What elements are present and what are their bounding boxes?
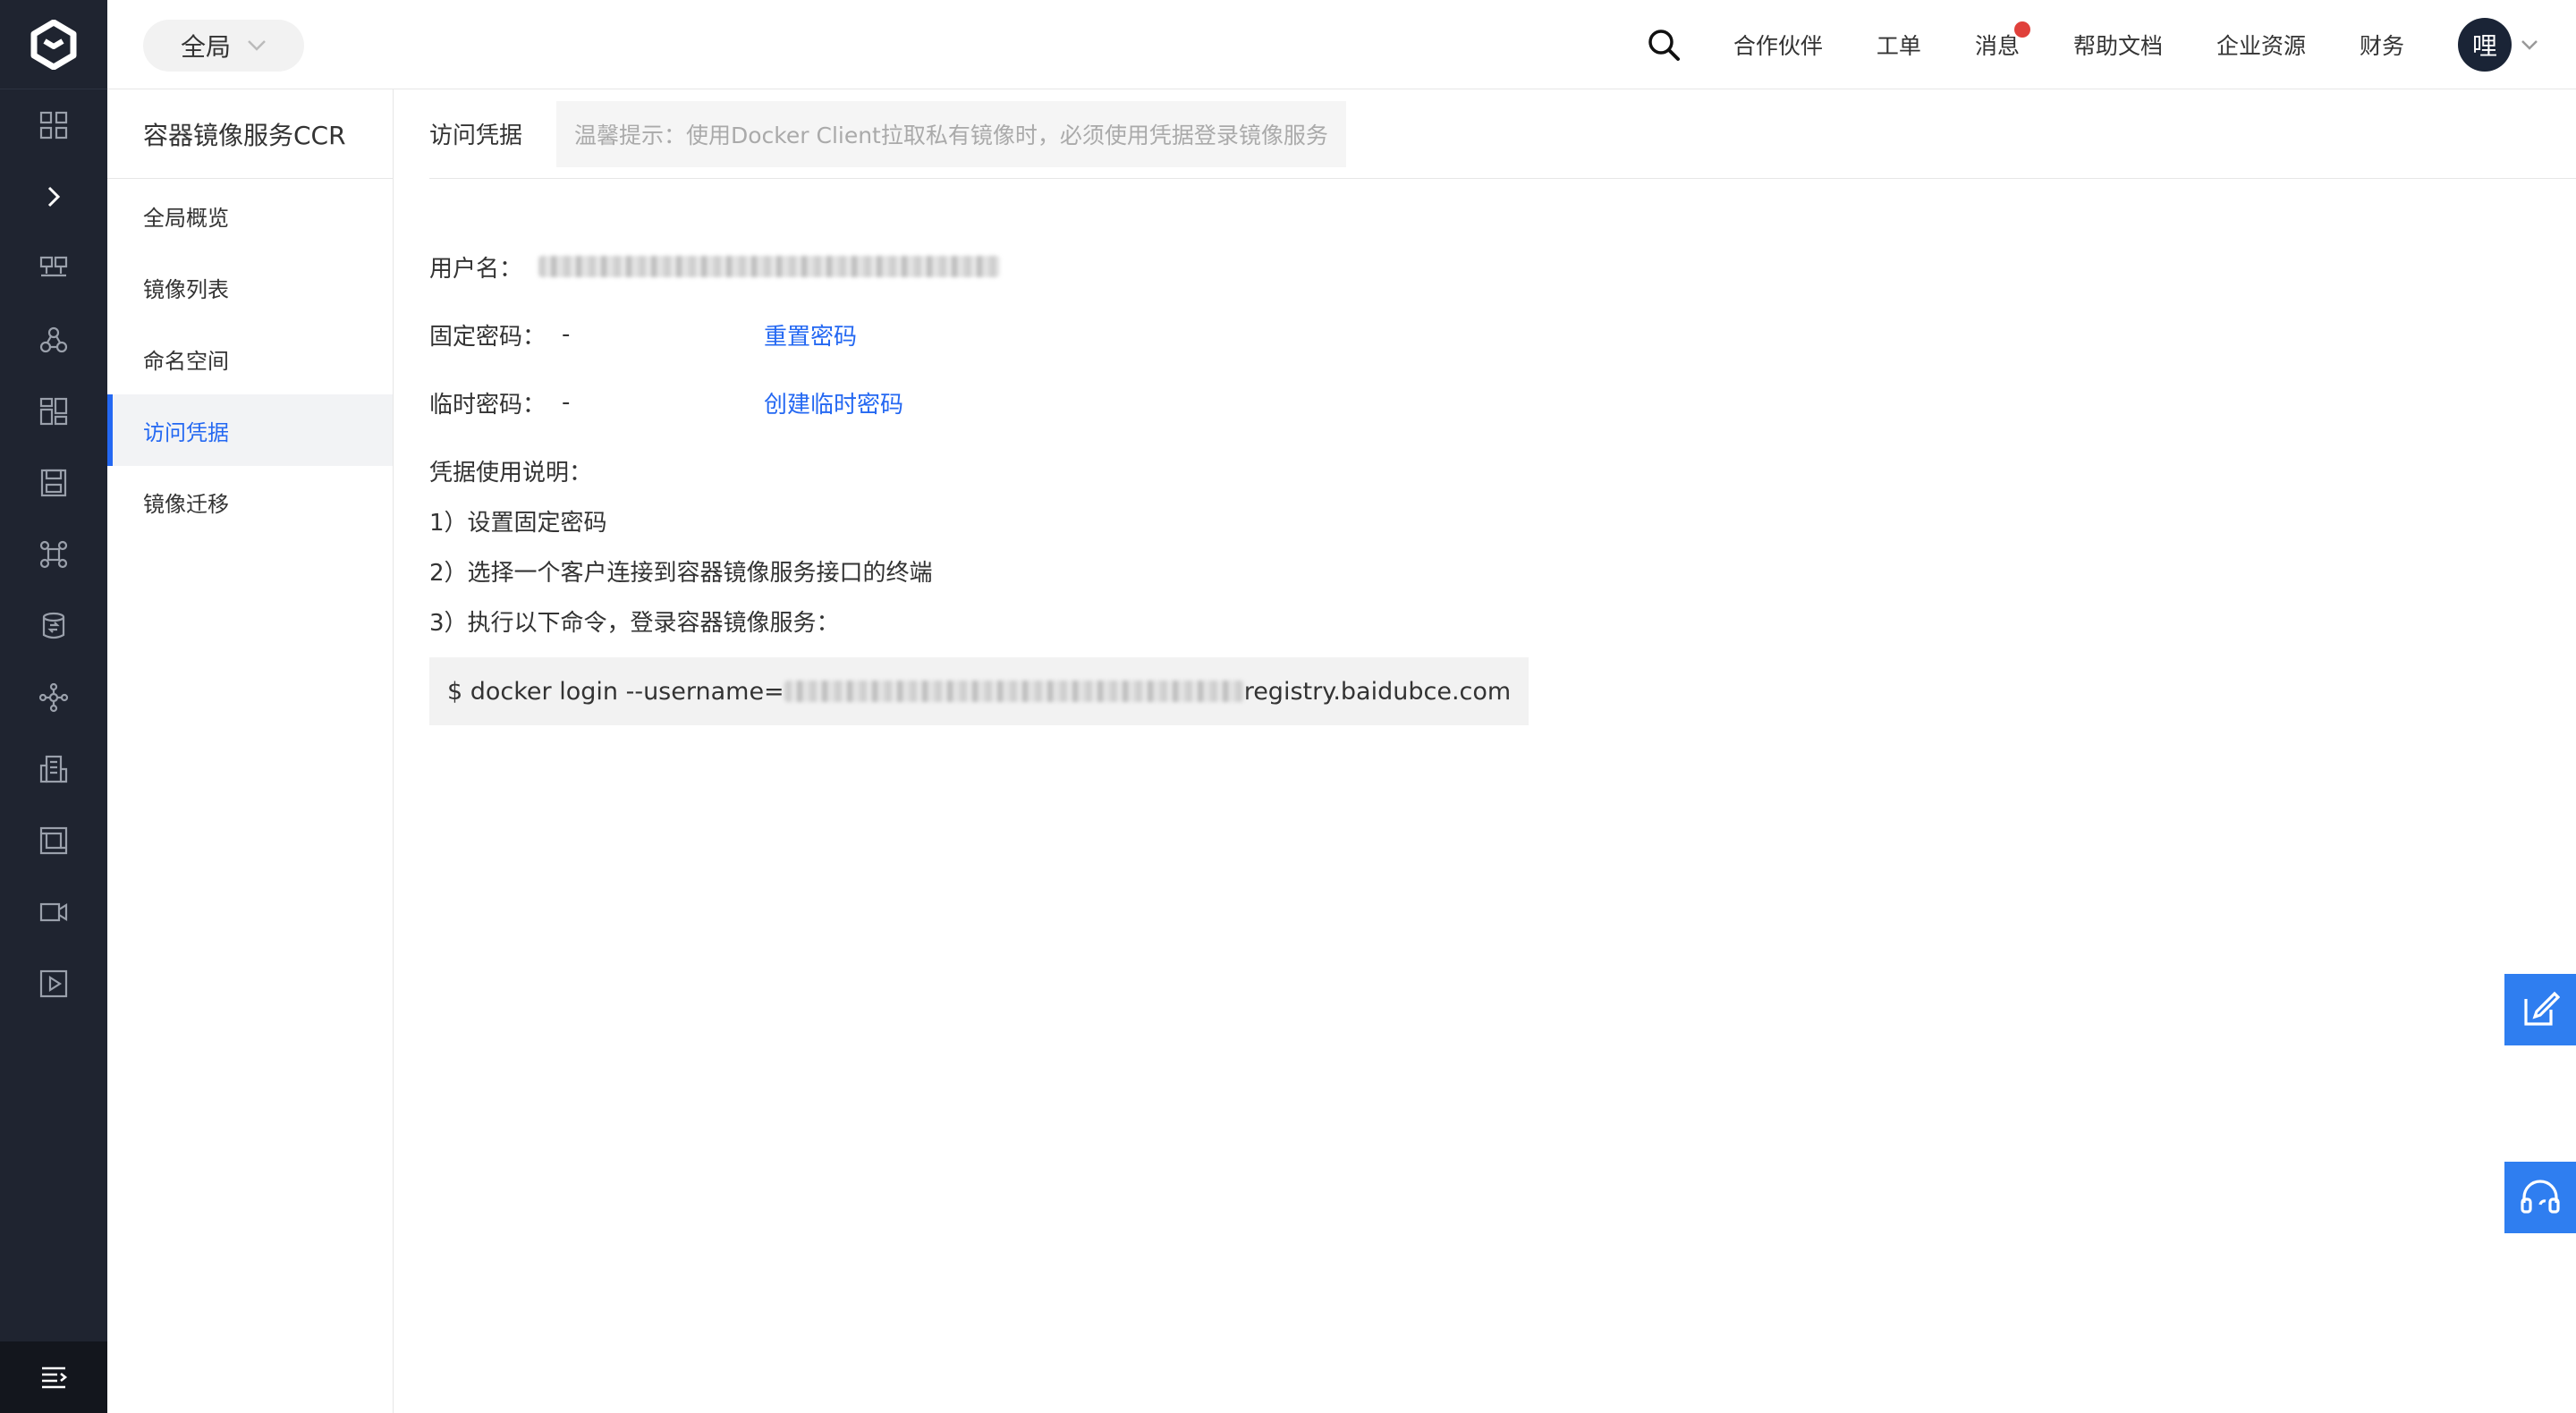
service-title: 容器镜像服务CCR <box>107 89 393 179</box>
region-label: 全局 <box>180 32 231 62</box>
page-header: 访问凭据 温馨提示：使用Docker Client拉取私有镜像时，必须使用凭据登… <box>429 89 2576 179</box>
username-redacted <box>538 256 1000 277</box>
notification-badge <box>2013 21 2030 38</box>
login-command-block[interactable]: $ docker login --username= registry.baid… <box>429 657 1530 725</box>
command-key-icon[interactable] <box>0 519 107 590</box>
building-icon[interactable] <box>0 733 107 805</box>
command-prefix: $ docker login --username= <box>447 677 784 706</box>
instruction-step: 3）执行以下命令，登录容器镜像服务： <box>429 609 840 637</box>
reset-password-link[interactable]: 重置密码 <box>764 318 857 351</box>
frame-monitor-icon[interactable] <box>0 805 107 876</box>
icon-rail <box>0 0 107 1413</box>
create-temp-password-link[interactable]: 创建临时密码 <box>764 386 903 419</box>
dashboard-grid-icon[interactable] <box>0 89 107 161</box>
sidebar-menu: 全局概览 镜像列表 命名空间 访问凭据 镜像迁移 <box>107 179 393 537</box>
headset-icon <box>2521 1180 2560 1214</box>
edit-icon <box>2524 991 2560 1026</box>
chevron-down-icon <box>248 40 266 51</box>
nav-messages[interactable]: 消息 <box>1974 21 2030 61</box>
region-selector[interactable]: 全局 <box>143 20 304 72</box>
storage-disk-icon[interactable] <box>0 447 107 519</box>
cluster-nodes-icon[interactable] <box>0 304 107 376</box>
instruction-step: 1）设置固定密码 <box>429 509 607 537</box>
brand-logo-icon[interactable] <box>0 0 107 89</box>
sidebar-item-image-list[interactable]: 镜像列表 <box>107 251 393 323</box>
network-icon[interactable] <box>0 233 107 304</box>
nav-enterprise-resources[interactable]: 企业资源 <box>2216 29 2306 61</box>
nav-tickets[interactable]: 工单 <box>1877 29 1921 61</box>
command-suffix: registry.baidubce.com <box>1243 677 1512 706</box>
nav-partners[interactable]: 合作伙伴 <box>1733 29 1823 61</box>
credential-details: 用户名： 固定密码： - 重置密码 临时密码： - 创建临时密码 <box>429 233 1000 436</box>
menu-collapse-icon[interactable] <box>0 1341 107 1413</box>
chevron-down-icon <box>2521 40 2538 50</box>
nav-finance[interactable]: 财务 <box>2360 29 2404 61</box>
nav-messages-label: 消息 <box>1974 33 2020 59</box>
user-menu[interactable]: 哩 <box>2458 18 2540 72</box>
expand-chevron-icon[interactable] <box>0 161 107 233</box>
fixed-password-value: - <box>562 321 571 348</box>
instructions-heading: 凭据使用说明： <box>429 459 593 487</box>
sidebar-item-namespaces[interactable]: 命名空间 <box>107 323 393 394</box>
video-camera-icon[interactable] <box>0 876 107 948</box>
usage-instructions: 凭据使用说明： 1）设置固定密码 2）选择一个客户连接到容器镜像服务接口的终端 … <box>429 445 933 646</box>
temp-password-label: 临时密码： <box>429 391 547 419</box>
tip-banner: 温馨提示：使用Docker Client拉取私有镜像时，必须使用凭据登录镜像服务 <box>556 100 1346 167</box>
username-label: 用户名： <box>429 255 523 283</box>
fixed-password-row: 固定密码： - 重置密码 <box>429 300 1000 368</box>
command-username-redacted <box>784 681 1244 702</box>
instruction-step: 2）选择一个客户连接到容器镜像服务接口的终端 <box>429 559 933 587</box>
database-icon[interactable] <box>0 590 107 662</box>
layout-blocks-icon[interactable] <box>0 376 107 447</box>
temp-password-row: 临时密码： - 创建临时密码 <box>429 368 1000 436</box>
sidebar-item-access-credentials[interactable]: 访问凭据 <box>107 394 393 466</box>
temp-password-value: - <box>562 389 571 416</box>
service-sidebar: 容器镜像服务CCR 全局概览 镜像列表 命名空间 访问凭据 镜像迁移 <box>107 89 394 1413</box>
sidebar-item-overview[interactable]: 全局概览 <box>107 180 393 251</box>
play-media-icon[interactable] <box>0 948 107 1020</box>
username-row: 用户名： <box>429 233 1000 300</box>
fixed-password-label: 固定密码： <box>429 323 547 351</box>
search-icon[interactable] <box>1646 27 1682 63</box>
sidebar-item-image-migration[interactable]: 镜像迁移 <box>107 466 393 537</box>
feedback-edit-button[interactable] <box>2504 974 2576 1045</box>
distributed-nodes-icon[interactable] <box>0 662 107 733</box>
main-content: 访问凭据 温馨提示：使用Docker Client拉取私有镜像时，必须使用凭据登… <box>394 89 2576 1413</box>
avatar: 哩 <box>2458 18 2512 72</box>
top-nav: 合作伙伴 工单 消息 帮助文档 企业资源 财务 哩 <box>1646 0 2576 89</box>
customer-service-button[interactable] <box>2504 1162 2576 1233</box>
page-title: 访问凭据 <box>429 123 523 149</box>
top-bar: 全局 合作伙伴 工单 消息 帮助文档 企业资源 财务 哩 <box>107 0 2576 89</box>
nav-help-docs[interactable]: 帮助文档 <box>2073 29 2163 61</box>
